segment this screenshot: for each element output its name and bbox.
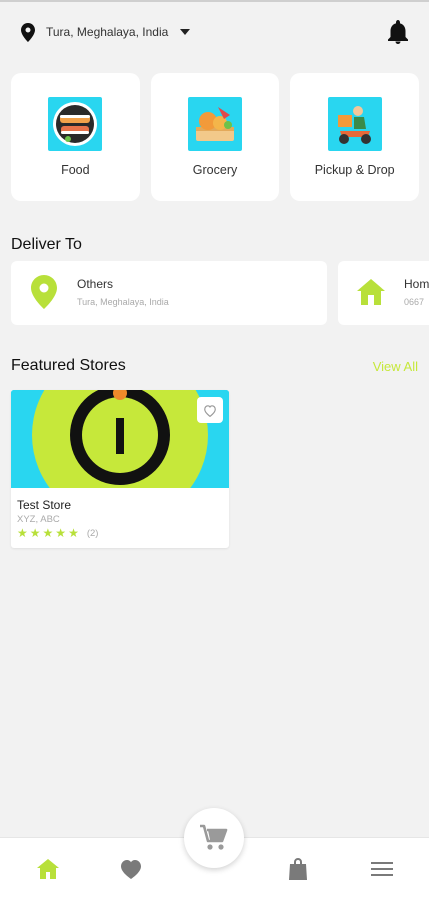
grocery-basket-image (188, 97, 242, 151)
address-text: 0667 (404, 297, 425, 307)
address-card-home[interactable]: Hom 0667 (338, 261, 429, 325)
address-list: Others Tura, Meghalaya, India Hom 0667 (11, 261, 429, 325)
top-bar: Tura, Meghalaya, India (0, 12, 429, 52)
menu-icon[interactable] (369, 856, 395, 882)
address-card-others[interactable]: Others Tura, Meghalaya, India (11, 261, 327, 325)
category-label: Food (61, 163, 90, 177)
store-address: XYZ, ABC (17, 514, 60, 525)
star-icon: ★ (17, 526, 28, 540)
star-icon: ★ (68, 526, 79, 540)
store-card[interactable]: Test Store XYZ, ABC ★ ★ ★ ★ ★ (2) (11, 390, 229, 548)
deliver-to-title: Deliver To (11, 236, 82, 253)
star-icon: ★ (55, 526, 67, 540)
featured-stores-title: Featured Stores (11, 357, 126, 374)
category-grocery[interactable]: Grocery (150, 73, 280, 201)
category-pickup-drop[interactable]: Pickup & Drop (290, 73, 420, 201)
delivery-scooter-image (327, 97, 382, 151)
category-food[interactable]: Food (11, 73, 140, 201)
home-icon[interactable] (35, 856, 61, 882)
category-list: Food Grocery Pickup & Drop (11, 73, 420, 201)
address-text: Tura, Meghalaya, India (77, 297, 169, 307)
location-selector[interactable]: Tura, Meghalaya, India (20, 20, 191, 44)
status-divider (0, 0, 429, 2)
category-label: Pickup & Drop (314, 163, 395, 177)
star-icon: ★ (42, 526, 54, 540)
address-name: Others (77, 277, 114, 291)
heart-icon[interactable] (118, 856, 144, 882)
cart-icon[interactable] (184, 808, 244, 868)
location-pin-icon (20, 21, 36, 43)
category-label: Grocery (192, 163, 238, 177)
review-count: (2) (86, 527, 99, 539)
bell-icon[interactable] (387, 20, 409, 44)
address-name: Hom (404, 277, 429, 291)
shopping-bag-icon[interactable] (285, 856, 311, 882)
store-rating: ★ ★ ★ ★ ★ (2) (17, 527, 98, 539)
location-text: Tura, Meghalaya, India (46, 25, 169, 39)
favorite-heart-icon[interactable] (197, 397, 223, 423)
chevron-down-icon (180, 29, 191, 35)
view-all-link[interactable]: View All (373, 359, 418, 374)
home-icon (356, 277, 386, 307)
store-name: Test Store (17, 498, 72, 512)
location-pin-icon (31, 275, 57, 309)
food-sushi-image (48, 97, 103, 151)
star-icon: ★ (29, 526, 41, 540)
